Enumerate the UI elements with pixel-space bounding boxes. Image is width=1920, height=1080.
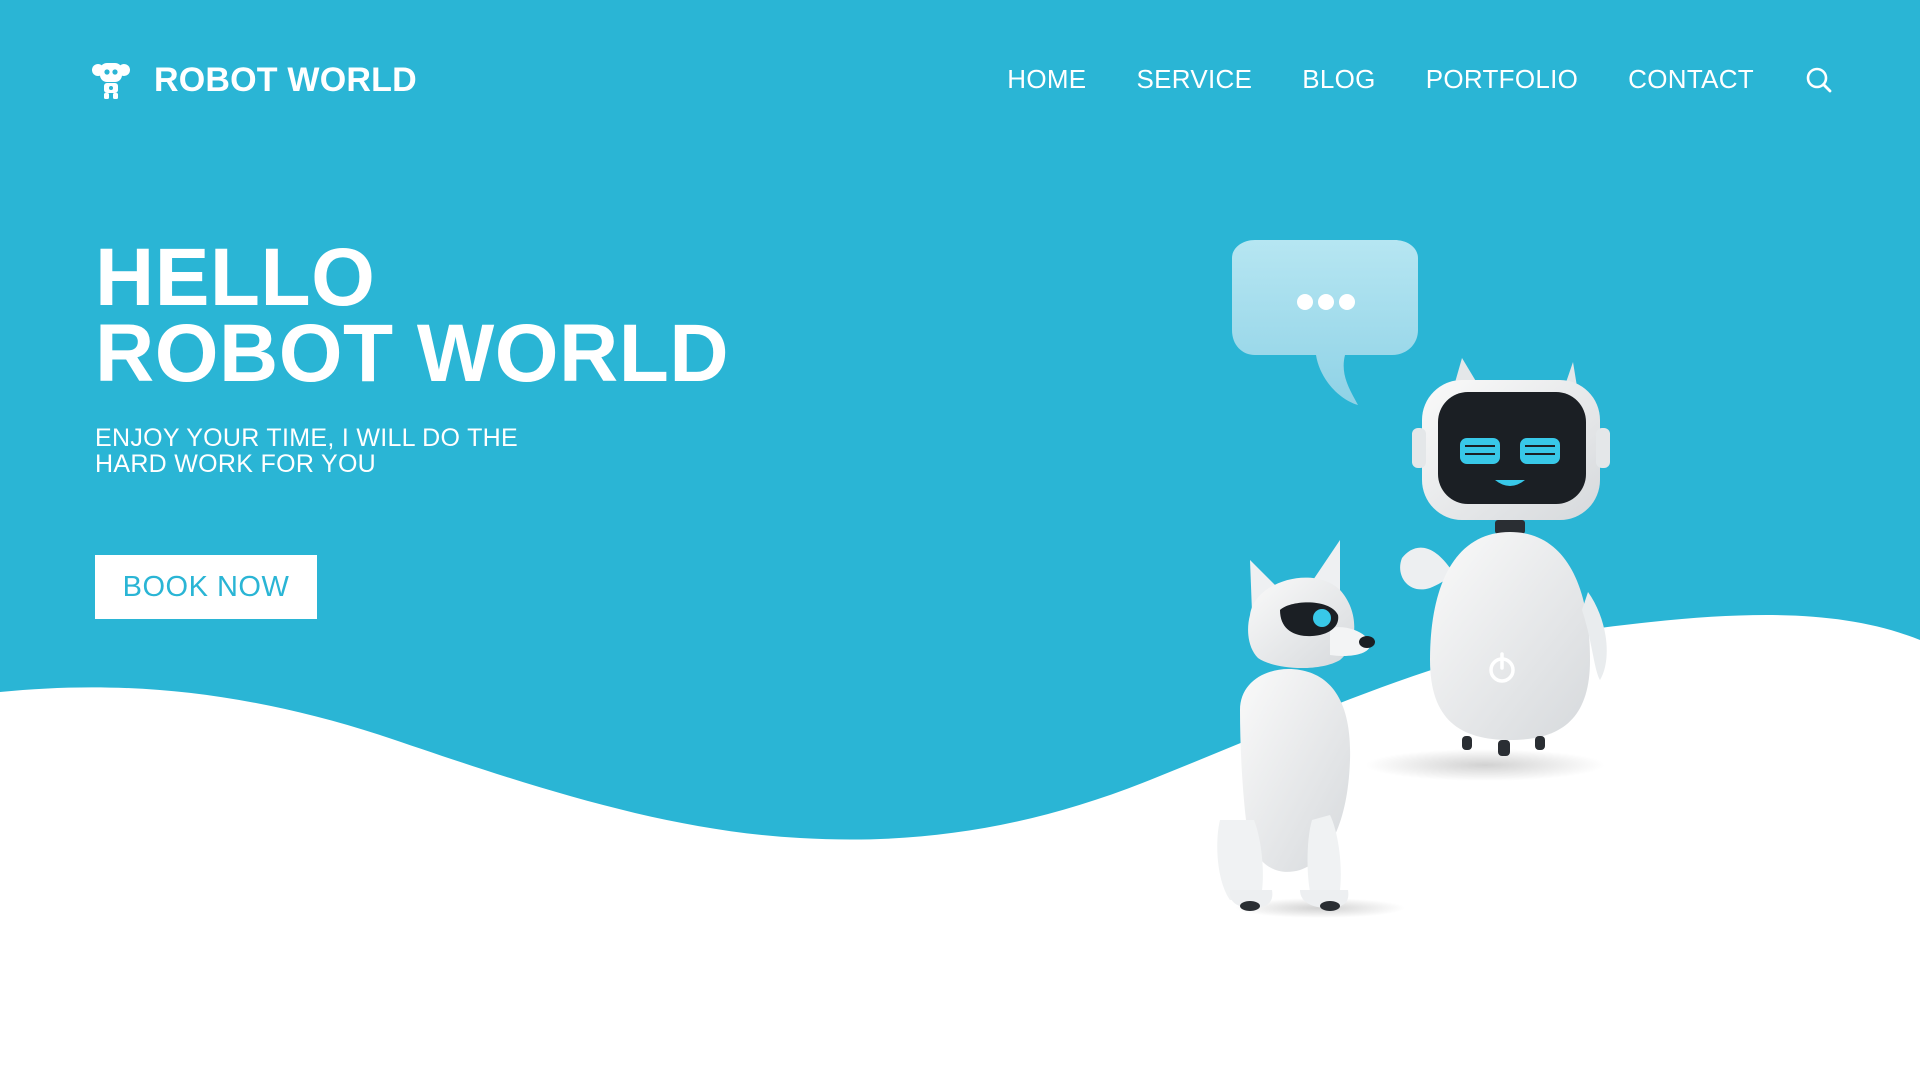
robot-illustration xyxy=(1217,240,1610,918)
search-icon[interactable] xyxy=(1804,65,1834,95)
brand[interactable]: ROBOT WORLD xyxy=(90,60,417,100)
brand-name: ROBOT WORLD xyxy=(154,60,417,99)
robot-dog-icon xyxy=(1217,540,1405,918)
main-nav: HOME SERVICE BLOG PORTFOLIO CONTACT xyxy=(1007,64,1834,95)
hero-subtitle: ENJOY YOUR TIME, I WILL DO THE HARD WORK… xyxy=(95,425,575,477)
nav-contact[interactable]: CONTACT xyxy=(1628,64,1754,95)
nav-service[interactable]: SERVICE xyxy=(1136,64,1252,95)
hero-subtitle-line-2: HARD WORK FOR YOU xyxy=(95,450,377,478)
nav-blog[interactable]: BLOG xyxy=(1302,64,1375,95)
nav-home[interactable]: HOME xyxy=(1007,64,1086,95)
hero-title-line-2: ROBOT WORLD xyxy=(95,308,730,399)
landing-page: ROBOT WORLD HOME SERVICE BLOG PORTFOLIO … xyxy=(0,0,1920,1080)
speech-bubble-icon xyxy=(1232,240,1418,405)
hero-title: HELLO ROBOT WORLD xyxy=(95,232,730,399)
hero-subtitle-line-1: ENJOY YOUR TIME, I WILL DO THE xyxy=(95,424,518,452)
robot-icon xyxy=(1365,358,1610,781)
robot-head-icon xyxy=(92,63,130,99)
book-now-button[interactable]: BOOK NOW xyxy=(95,555,317,619)
hero-title-line-1: HELLO xyxy=(95,232,376,323)
nav-portfolio[interactable]: PORTFOLIO xyxy=(1426,64,1578,95)
